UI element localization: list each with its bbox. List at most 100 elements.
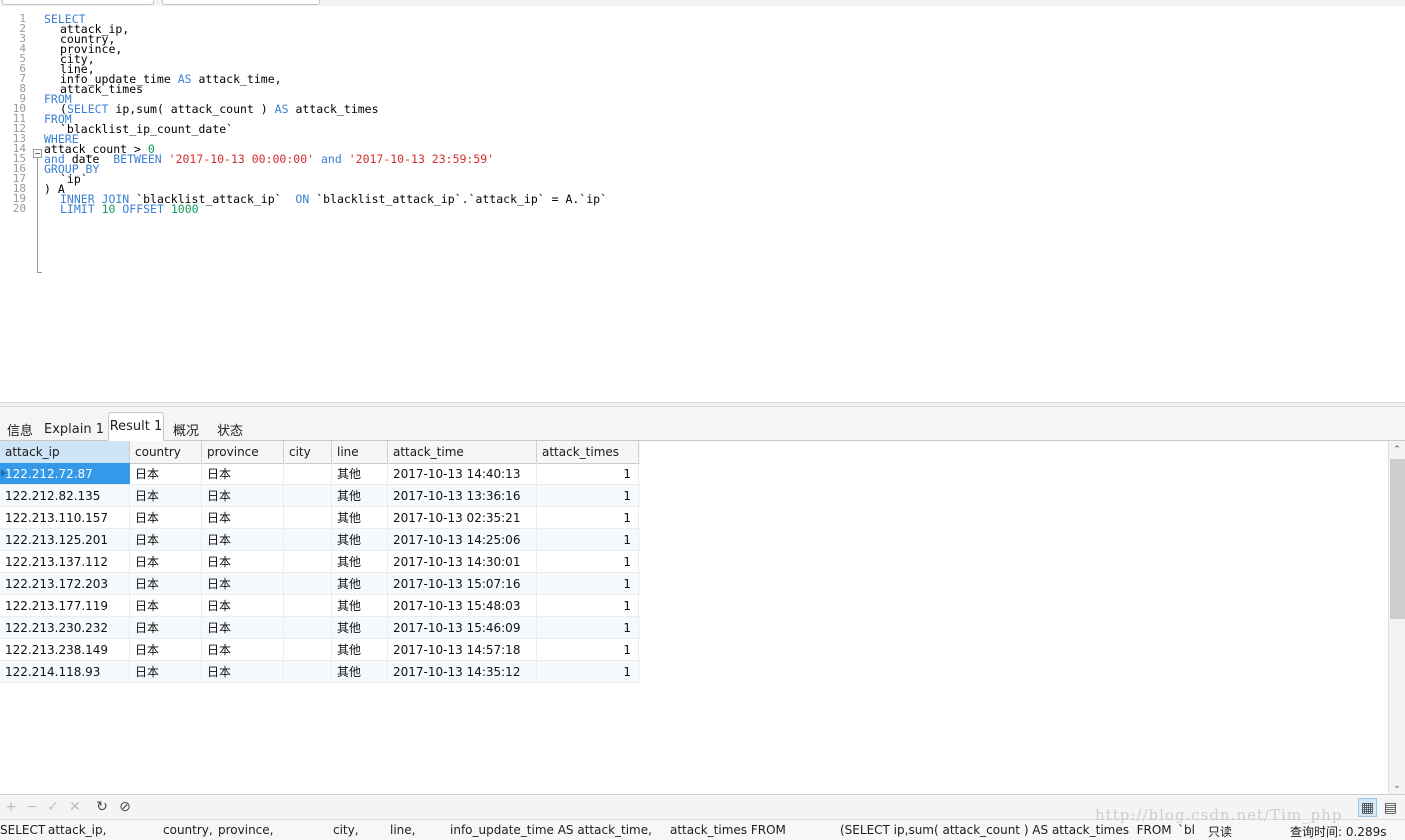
- table-row[interactable]: 122.213.230.232 日本 日本 其他 2017-10-13 15:46:09…: [0, 617, 640, 639]
- table-cell-line[interactable]: 其他: [332, 639, 388, 660]
- table-cell-city[interactable]: [284, 661, 332, 682]
- sql-editor[interactable]: 1 2 3 4 5 6 7 8 9 10 11 12 13 14 15 16 17 18 19 20 SELECT at…: [0, 6, 1405, 402]
- table-cell-attack_time[interactable]: 2017-10-13 13:36:16: [388, 485, 537, 506]
- table-cell-attack_times[interactable]: 1: [537, 595, 639, 616]
- table-cell-province[interactable]: 日本: [202, 617, 284, 638]
- table-cell-country[interactable]: 日本: [130, 507, 202, 528]
- table-cell-city[interactable]: [284, 595, 332, 616]
- table-cell-city[interactable]: [284, 485, 332, 506]
- table-cell-attack_ip[interactable]: 122.213.177.119: [0, 595, 130, 616]
- table-cell-city[interactable]: [284, 507, 332, 528]
- top-tab-partial-1[interactable]: [2, 0, 154, 5]
- refresh-icon[interactable]: ↻: [93, 798, 111, 816]
- tab-1[interactable]: Explain 1: [42, 417, 106, 441]
- result-grid[interactable]: attack_ip country province city line attack_t…: [0, 441, 1405, 795]
- table-cell-line[interactable]: 其他: [332, 661, 388, 682]
- table-cell-attack_ip[interactable]: 122.213.172.203: [0, 573, 130, 594]
- fold-toggle-icon[interactable]: [33, 149, 42, 158]
- table-cell-country[interactable]: 日本: [130, 639, 202, 660]
- table-row[interactable]: 122.213.125.201 日本 日本 其他 2017-10-13 14:25:06…: [0, 529, 640, 551]
- table-cell-province[interactable]: 日本: [202, 595, 284, 616]
- table-cell-attack_time[interactable]: 2017-10-13 15:48:03: [388, 595, 537, 616]
- table-cell-line[interactable]: 其他: [332, 507, 388, 528]
- table-cell-attack_time[interactable]: 2017-10-13 15:46:09: [388, 617, 537, 638]
- table-cell-country[interactable]: 日本: [130, 485, 202, 506]
- table-cell-province[interactable]: 日本: [202, 573, 284, 594]
- tab-4[interactable]: 状态: [210, 417, 250, 441]
- table-cell-line[interactable]: 其他: [332, 485, 388, 506]
- table-cell-province[interactable]: 日本: [202, 463, 284, 484]
- tab-0[interactable]: 信息: [2, 417, 38, 441]
- table-cell-city[interactable]: [284, 551, 332, 572]
- table-cell-country[interactable]: 日本: [130, 617, 202, 638]
- table-cell-country[interactable]: 日本: [130, 595, 202, 616]
- table-cell-province[interactable]: 日本: [202, 551, 284, 572]
- tab-2[interactable]: Result 1: [108, 412, 164, 441]
- table-cell-line[interactable]: 其他: [332, 463, 388, 484]
- table-row[interactable]: 122.213.177.119 日本 日本 其他 2017-10-13 15:48:03…: [0, 595, 640, 617]
- table-cell-attack_time[interactable]: 2017-10-13 02:35:21: [388, 507, 537, 528]
- column-header[interactable]: country: [130, 441, 202, 463]
- table-cell-attack_times[interactable]: 1: [537, 639, 639, 660]
- scroll-down-icon[interactable]: ⌄: [1389, 777, 1405, 794]
- table-cell-province[interactable]: 日本: [202, 507, 284, 528]
- table-cell-attack_time[interactable]: 2017-10-13 15:07:16: [388, 573, 537, 594]
- table-cell-attack_times[interactable]: 1: [537, 551, 639, 572]
- table-cell-attack_time[interactable]: 2017-10-13 14:40:13: [388, 463, 537, 484]
- table-cell-country[interactable]: 日本: [130, 551, 202, 572]
- table-cell-country[interactable]: 日本: [130, 463, 202, 484]
- table-cell-attack_ip[interactable]: 122.213.230.232: [0, 617, 130, 638]
- scroll-up-icon[interactable]: ⌃: [1389, 441, 1405, 458]
- table-cell-city[interactable]: [284, 463, 332, 484]
- table-row[interactable]: 122.213.110.157 日本 日本 其他 2017-10-13 02:35:21…: [0, 507, 640, 529]
- table-cell-attack_ip[interactable]: 122.212.82.135: [0, 485, 130, 506]
- table-cell-country[interactable]: 日本: [130, 661, 202, 682]
- table-cell-province[interactable]: 日本: [202, 639, 284, 660]
- table-cell-line[interactable]: 其他: [332, 617, 388, 638]
- column-header[interactable]: province: [202, 441, 284, 463]
- table-cell-province[interactable]: 日本: [202, 661, 284, 682]
- result-vertical-scrollbar[interactable]: ⌃ ⌄: [1388, 441, 1405, 794]
- table-cell-attack_ip[interactable]: 122.214.118.93: [0, 661, 130, 682]
- top-tab-partial-2[interactable]: [162, 0, 320, 5]
- column-header[interactable]: attack_time: [388, 441, 537, 463]
- table-cell-attack_ip[interactable]: 122.213.125.201: [0, 529, 130, 550]
- grid-view-toggle[interactable]: ▦: [1358, 798, 1377, 817]
- table-cell-line[interactable]: 其他: [332, 595, 388, 616]
- table-row[interactable]: 122.213.137.112 日本 日本 其他 2017-10-13 14:30:01…: [0, 551, 640, 573]
- table-cell-line[interactable]: 其他: [332, 551, 388, 572]
- stop-icon[interactable]: ⊘: [116, 798, 134, 816]
- table-cell-line[interactable]: 其他: [332, 529, 388, 550]
- table-cell-attack_times[interactable]: 1: [537, 529, 639, 550]
- table-cell-line[interactable]: 其他: [332, 573, 388, 594]
- table-row[interactable]: 122.214.118.93 日本 日本 其他 2017-10-13 14:35:12 1: [0, 661, 640, 683]
- table-row[interactable]: 122.212.82.135 日本 日本 其他 2017-10-13 13:36:16 1: [0, 485, 640, 507]
- table-cell-attack_ip[interactable]: 122.213.137.112: [0, 551, 130, 572]
- table-cell-attack_times[interactable]: 1: [537, 573, 639, 594]
- table-cell-attack_times[interactable]: 1: [537, 507, 639, 528]
- table-cell-attack_times[interactable]: 1: [537, 661, 639, 682]
- table-row[interactable]: 122.213.238.149 日本 日本 其他 2017-10-13 14:57:18…: [0, 639, 640, 661]
- table-cell-attack_time[interactable]: 2017-10-13 14:30:01: [388, 551, 537, 572]
- table-cell-attack_time[interactable]: 2017-10-13 14:57:18: [388, 639, 537, 660]
- table-cell-country[interactable]: 日本: [130, 573, 202, 594]
- table-cell-attack_times[interactable]: 1: [537, 463, 639, 484]
- table-cell-attack_times[interactable]: 1: [537, 617, 639, 638]
- scrollbar-thumb[interactable]: [1390, 459, 1405, 619]
- tab-3[interactable]: 概况: [168, 417, 204, 441]
- table-cell-province[interactable]: 日本: [202, 529, 284, 550]
- column-header[interactable]: line: [332, 441, 388, 463]
- table-cell-city[interactable]: [284, 529, 332, 550]
- table-cell-attack_ip[interactable]: 122.213.110.157: [0, 507, 130, 528]
- table-cell-city[interactable]: [284, 617, 332, 638]
- table-cell-attack_ip[interactable]: 122.212.72.87: [0, 463, 130, 484]
- table-cell-attack_ip[interactable]: 122.213.238.149: [0, 639, 130, 660]
- table-row[interactable]: 122.212.72.87 日本 日本 其他 2017-10-13 14:40:13 1: [0, 463, 640, 485]
- table-cell-attack_time[interactable]: 2017-10-13 14:25:06: [388, 529, 537, 550]
- table-cell-attack_times[interactable]: 1: [537, 485, 639, 506]
- column-header[interactable]: attack_ip: [0, 441, 130, 463]
- table-cell-city[interactable]: [284, 639, 332, 660]
- column-header[interactable]: city: [284, 441, 332, 463]
- table-cell-province[interactable]: 日本: [202, 485, 284, 506]
- column-header[interactable]: attack_times: [537, 441, 639, 463]
